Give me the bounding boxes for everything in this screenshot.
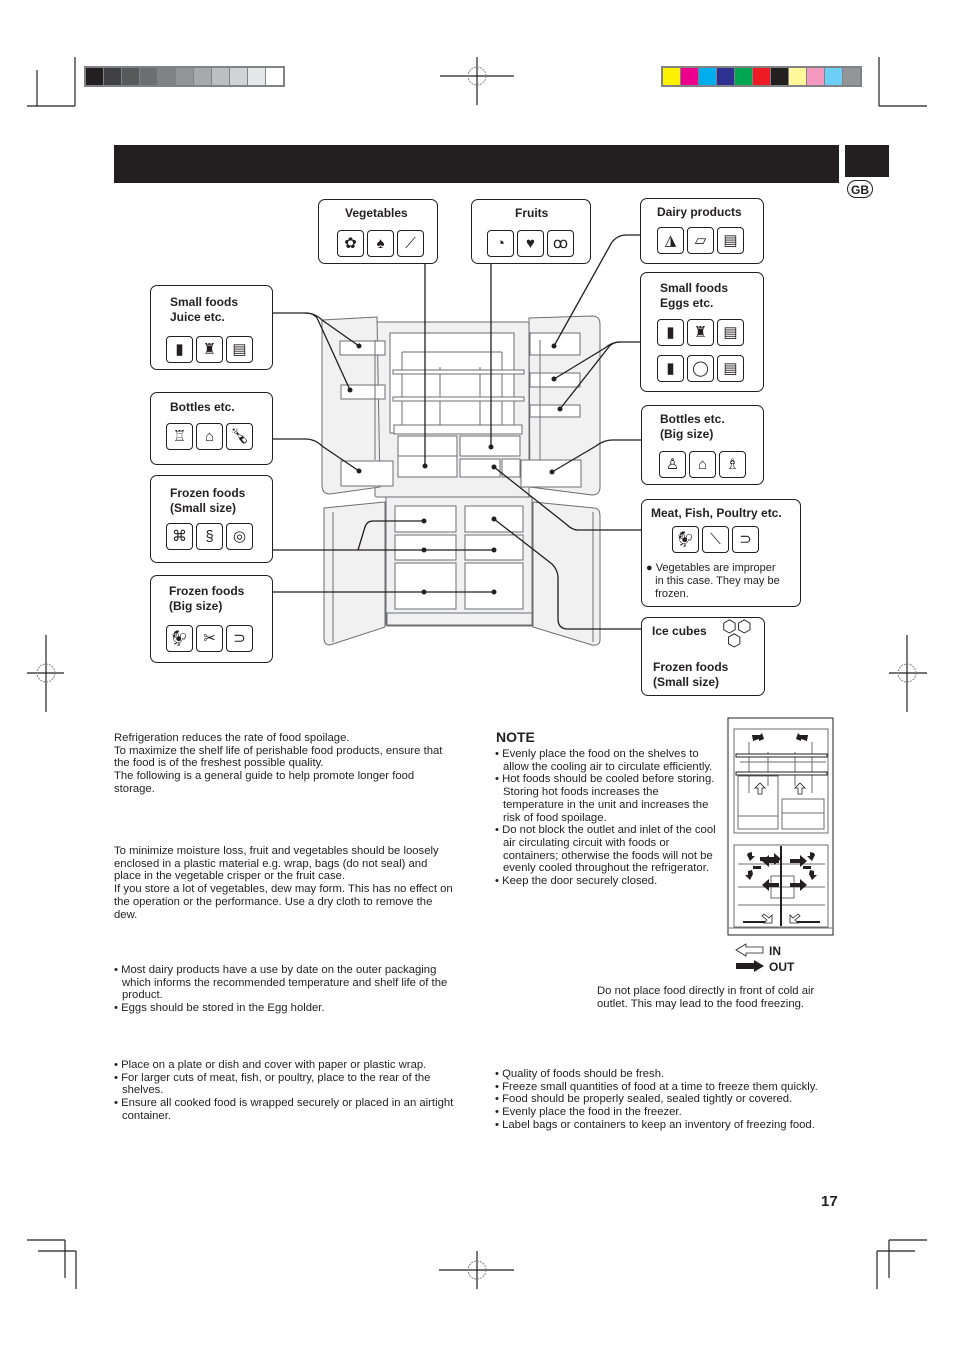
freezer-bullet: • Food should be properly sealed, sealed… <box>495 1093 793 1106</box>
freezer-bullet: • Label bags or containers to keep an in… <box>495 1118 815 1131</box>
in-arrow-icon <box>735 943 764 957</box>
airflow-caption: Do not place food directly in front of c… <box>597 985 815 1010</box>
freezer-bullet: • Quality of foods should be fresh. <box>495 1068 665 1080</box>
airflow-diagram <box>727 717 834 972</box>
out-arrow-icon <box>736 960 764 972</box>
freezer-bullet: • Freeze small quantities of food at a t… <box>495 1080 818 1093</box>
legend-out-label: OUT <box>769 960 795 974</box>
page-number: 17 <box>821 1193 838 1210</box>
legend-in-label: IN <box>769 944 781 958</box>
freezer-bullet: • Evenly place the food in the freezer. <box>495 1106 682 1119</box>
freezer-list: • Quality of foods should be fresh. • Fr… <box>495 1068 845 1132</box>
